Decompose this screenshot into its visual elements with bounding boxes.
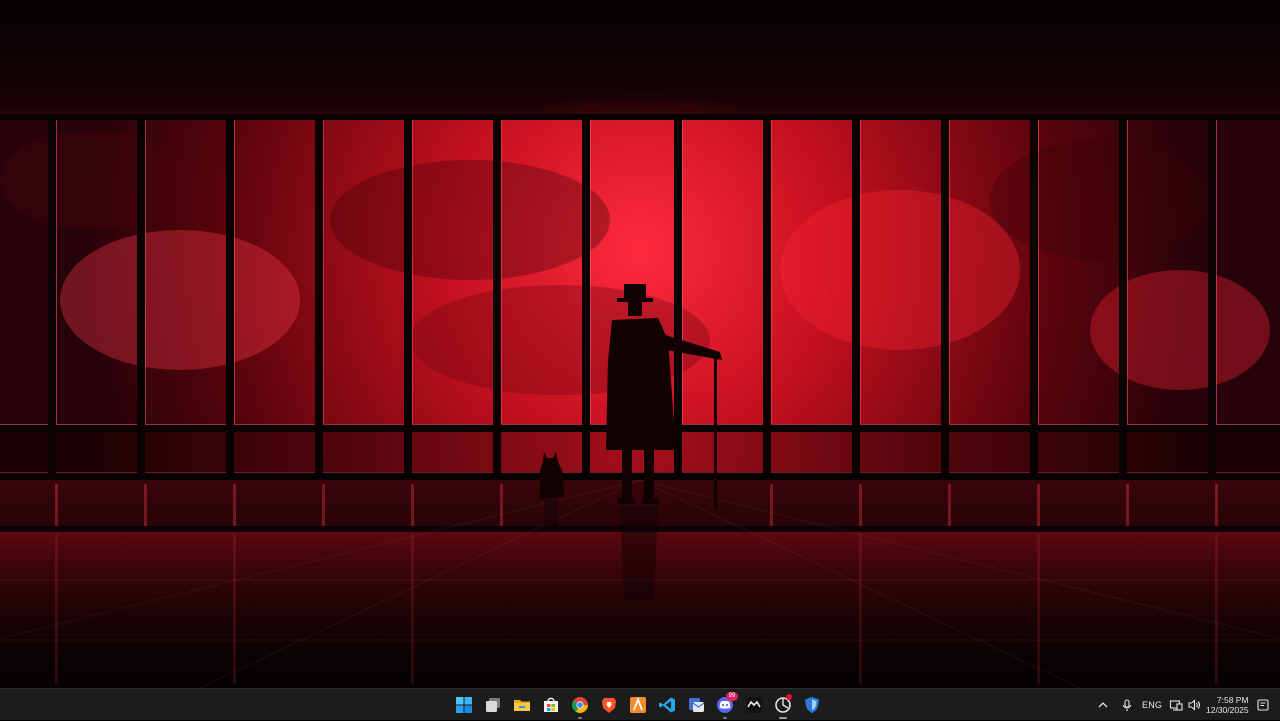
a-app-button[interactable]: [626, 691, 650, 719]
folder-icon: [514, 700, 530, 711]
discord-badge: 99: [726, 692, 738, 701]
desktop-wallpaper: [0, 0, 1280, 688]
microsoft-store-button[interactable]: [539, 691, 563, 719]
controller-icon: [746, 697, 762, 713]
clock[interactable]: 7:58 PM 12/30/2025: [1206, 689, 1249, 721]
chrome-button[interactable]: [568, 691, 592, 719]
language-indicator[interactable]: ENG: [1142, 689, 1162, 721]
brave-icon: [602, 698, 616, 713]
taskbar-pinned-apps: 99: [452, 689, 824, 721]
clock-time: 7:58 PM: [1216, 695, 1249, 705]
mail-app-button[interactable]: [684, 691, 708, 719]
show-hidden-icons-button[interactable]: [1096, 689, 1110, 721]
task-view-icon: [486, 698, 500, 712]
language-label: ENG: [1142, 700, 1163, 710]
store-icon: [544, 697, 558, 712]
chevron-up-icon: [1098, 702, 1108, 708]
discord-button[interactable]: 99: [713, 691, 738, 719]
shield-icon: [805, 697, 819, 713]
chrome-icon: [572, 697, 588, 713]
notification-icon: [1257, 699, 1269, 711]
circle-app-button[interactable]: [771, 691, 795, 719]
volume-icon: [1188, 699, 1201, 711]
wallpaper-art: [0, 114, 1280, 688]
microphone-icon: [1122, 699, 1132, 711]
shield-app-button[interactable]: [800, 691, 824, 719]
network-icon: [1169, 700, 1183, 711]
vscode-icon: [659, 697, 675, 713]
microphone-status[interactable]: [1120, 689, 1134, 721]
clock-date: 12/30/2025: [1206, 705, 1249, 715]
taskbar: 99 ENG 7:58 PM 12/30/2025: [0, 688, 1280, 720]
file-explorer-button[interactable]: [510, 691, 534, 719]
mail-app-icon: [689, 698, 705, 712]
vscode-button[interactable]: [655, 691, 679, 719]
start-button[interactable]: [452, 691, 476, 719]
windows-start-icon: [456, 697, 472, 713]
game-app-button[interactable]: [742, 691, 766, 719]
quick-settings-button[interactable]: [1169, 689, 1201, 721]
notifications-button[interactable]: [1256, 689, 1270, 721]
brave-button[interactable]: [597, 691, 621, 719]
a-app-icon: [630, 696, 646, 713]
notification-dot: [786, 694, 792, 700]
task-view-button[interactable]: [481, 691, 505, 719]
